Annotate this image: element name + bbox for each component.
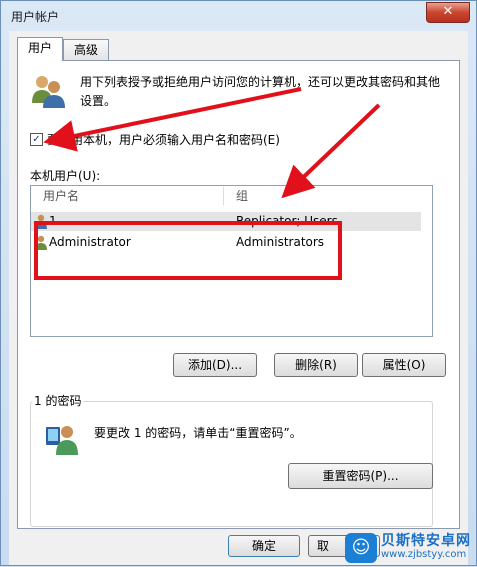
close-button[interactable]: ✕ <box>426 2 470 23</box>
window-title: 用户帐户 <box>11 10 60 24</box>
column-header-group[interactable]: 组 <box>236 186 248 206</box>
user-accounts-window: 用户帐户 ✕ 用户 高级 用下列表授予或拒绝用户访问您的计算机，还可以更改其密码… <box>0 0 477 566</box>
site-watermark: ☺ 贝斯特安卓网 www.zjbstyy.com <box>345 533 471 563</box>
remove-user-button[interactable]: 删除(R) <box>274 353 358 377</box>
properties-button[interactable]: 属性(O) <box>362 353 446 377</box>
require-login-row[interactable]: ✓ 要使用本机，用户必须输入用户名和密码(E) <box>30 131 280 148</box>
watermark-url: www.zjbstyy.com <box>381 549 467 560</box>
require-login-label: 要使用本机，用户必须输入用户名和密码(E) <box>47 133 280 147</box>
tab-advanced[interactable]: 高级 <box>63 39 109 60</box>
require-login-checkbox[interactable]: ✓ <box>30 133 43 146</box>
watermark-name: 贝斯特安卓网 <box>381 533 471 549</box>
column-separator[interactable] <box>223 187 224 205</box>
ok-button[interactable]: 确定 <box>228 535 300 557</box>
password-instructions: 要更改 1 的密码，请单击“重置密码”。 <box>94 426 302 440</box>
title-bar[interactable]: 用户帐户 ✕ <box>1 1 476 29</box>
tab-users[interactable]: 用户 <box>17 37 63 61</box>
local-users-label: 本机用户(U): <box>30 169 101 183</box>
users-icon <box>32 76 65 108</box>
reset-password-button[interactable]: 重置密码(P)... <box>288 463 433 489</box>
watermark-logo-icon: ☺ <box>345 533 377 563</box>
column-header-username[interactable]: 用户名 <box>43 186 79 206</box>
dialog-client: 用户 高级 用下列表授予或拒绝用户访问您的计算机，还可以更改其密码和其他设置。 … <box>9 31 468 565</box>
intro-text: 用下列表授予或拒绝用户访问您的计算机，还可以更改其密码和其他设置。 <box>80 75 441 108</box>
highlight-box <box>34 221 342 280</box>
user-password-icon <box>46 426 78 455</box>
users-tab-panel: 用下列表授予或拒绝用户访问您的计算机，还可以更改其密码和其他设置。 ✓ 要使用本… <box>17 60 460 529</box>
password-group-title: 1 的密码 <box>32 392 84 409</box>
add-user-button[interactable]: 添加(D)... <box>173 353 257 377</box>
